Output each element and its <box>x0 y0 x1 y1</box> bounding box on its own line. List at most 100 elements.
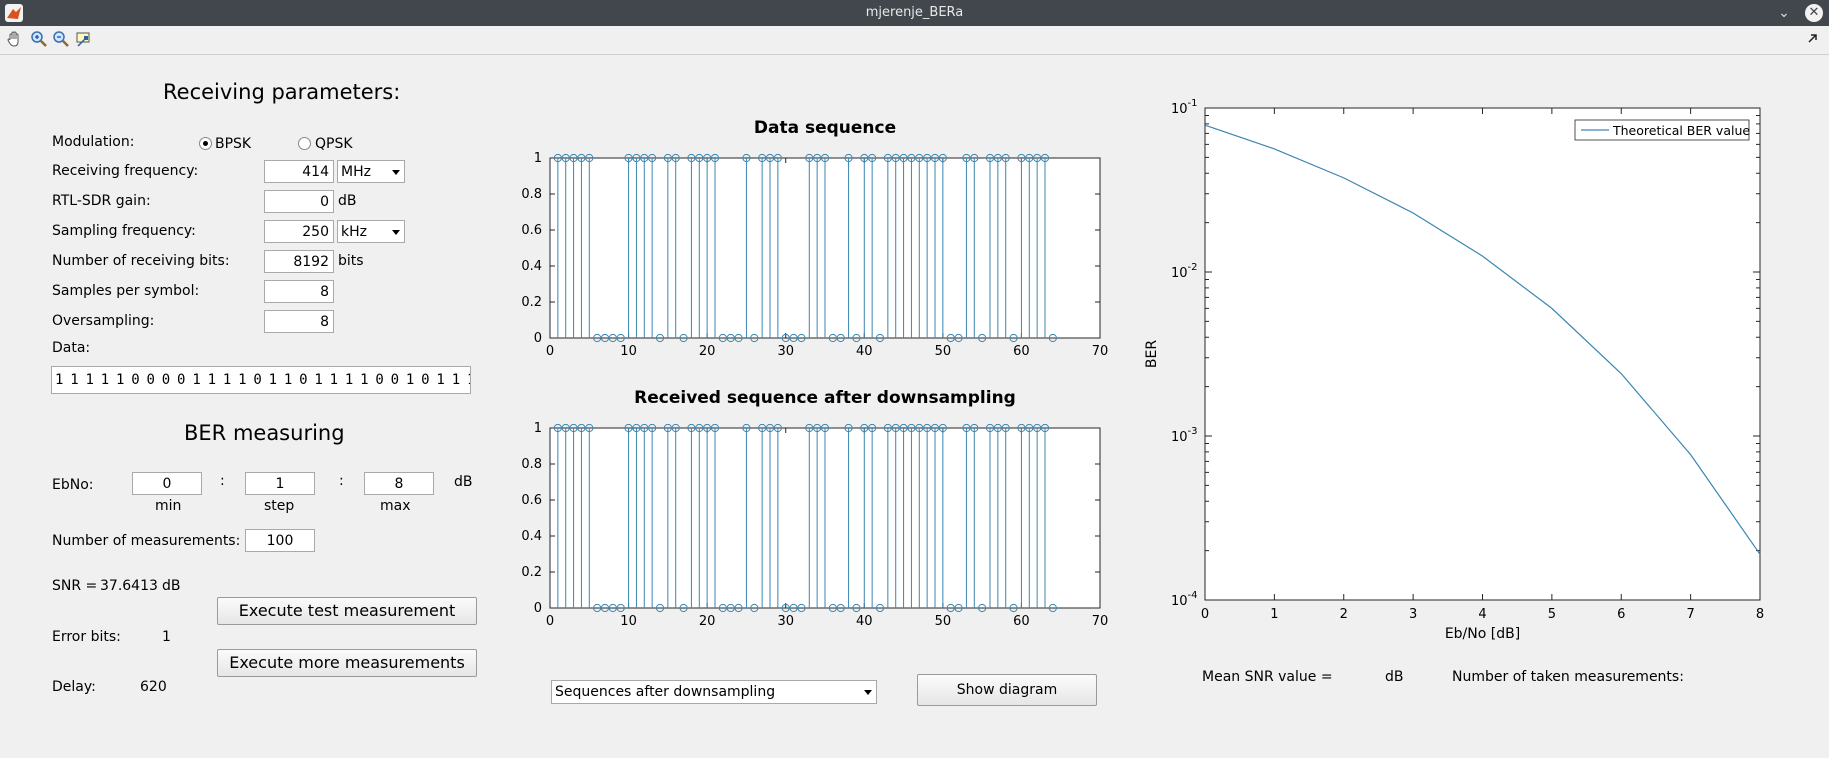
ber-chart: 0 1 2 3 4 5 6 7 8 10-4 10-3 10-2 10-1 Eb/No [dB] BER Th… <box>1144 98 1764 642</box>
fs-input[interactable]: 250 <box>264 220 334 243</box>
legend-label: Theoretical BER value <box>1612 123 1750 138</box>
x-tick-label: 50 <box>935 614 952 629</box>
view-select[interactable]: Sequences after downsampling <box>551 680 877 704</box>
fs-label: Sampling frequency: <box>52 223 196 239</box>
max-caption: max <box>380 498 411 514</box>
y-tick-label: 10-2 <box>1171 262 1198 281</box>
y-tick-label: 10-1 <box>1171 98 1198 117</box>
bpsk-radio[interactable] <box>199 137 212 150</box>
x-tick-label: 70 <box>1092 614 1109 629</box>
mean-snr-unit: dB <box>1385 669 1404 685</box>
execute-more-button[interactable]: Execute more measurements <box>217 649 477 677</box>
gain-label: RTL-SDR gain: <box>52 193 151 209</box>
y-tick-label: 0.4 <box>521 529 542 544</box>
x-tick-label: 60 <box>1013 614 1030 629</box>
freq-input[interactable]: 414 <box>264 160 334 183</box>
gain-input[interactable]: 0 <box>264 190 334 213</box>
x-tick-label: 30 <box>777 614 794 629</box>
y-tick-label: 0.6 <box>521 493 542 508</box>
x-tick-label: 20 <box>699 614 716 629</box>
y-tick-label: 0.2 <box>521 565 542 580</box>
execute-test-button[interactable]: Execute test measurement <box>217 597 477 625</box>
freq-label: Receiving frequency: <box>52 163 199 179</box>
ber-heading: BER measuring <box>184 421 345 445</box>
error-bits-label: Error bits: <box>52 629 121 645</box>
hand-pan-icon[interactable] <box>5 29 25 49</box>
x-tick-label: 60 <box>1013 344 1030 359</box>
y-tick-label: 0.6 <box>521 223 542 238</box>
x-tick-label: 10 <box>620 344 637 359</box>
colon-separator: : <box>220 473 225 489</box>
colon-separator: : <box>339 473 344 489</box>
ebno-unit: dB <box>454 474 473 490</box>
y-tick-label: 0.8 <box>521 457 542 472</box>
chevron-down-icon <box>864 690 872 695</box>
oversampling-label: Oversampling: <box>52 313 155 329</box>
bits-unit: bits <box>338 253 364 269</box>
x-tick-label: 2 <box>1340 607 1348 622</box>
x-tick-label: 50 <box>935 344 952 359</box>
y-tick-label: 0.4 <box>521 259 542 274</box>
view-select-value: Sequences after downsampling <box>555 684 776 700</box>
measurements-input[interactable]: 100 <box>245 529 315 552</box>
x-tick-label: 6 <box>1617 607 1625 622</box>
undock-arrow-icon[interactable] <box>1806 30 1826 50</box>
x-tick-label: 0 <box>546 614 554 629</box>
figure-toolbar <box>0 26 1829 55</box>
fs-unit-select[interactable]: kHz <box>337 220 405 243</box>
chevron-down-icon <box>392 170 400 175</box>
close-icon[interactable]: ✕ <box>1805 4 1823 22</box>
x-axis-label: Eb/No [dB] <box>1445 626 1520 642</box>
bits-label: Number of receiving bits: <box>52 253 230 269</box>
ebno-step-input[interactable]: 1 <box>245 472 315 495</box>
y-tick-label: 10-3 <box>1171 426 1198 445</box>
chevron-down-icon[interactable]: ⌄ <box>1774 3 1794 23</box>
oversampling-input[interactable]: 8 <box>264 310 334 333</box>
data-label: Data: <box>52 340 91 356</box>
x-tick-label: 3 <box>1409 607 1417 622</box>
qpsk-label[interactable]: QPSK <box>315 136 353 152</box>
bpsk-label[interactable]: BPSK <box>215 136 251 152</box>
y-tick-label: 1 <box>534 151 542 166</box>
chart-title: Data sequence <box>754 118 896 138</box>
sps-input[interactable]: 8 <box>264 280 334 303</box>
y-tick-label: 0.8 <box>521 187 542 202</box>
freq-unit-select[interactable]: MHz <box>337 160 405 183</box>
qpsk-radio[interactable] <box>298 137 311 150</box>
snr-unit: dB <box>162 578 181 594</box>
zoom-in-icon[interactable] <box>29 29 49 49</box>
x-tick-label: 10 <box>620 614 637 629</box>
plot-area <box>1204 107 1761 601</box>
x-tick-label: 40 <box>856 344 873 359</box>
y-axis-label: BER <box>1144 340 1160 368</box>
delay-value: 620 <box>140 679 167 695</box>
snr-label: SNR = <box>52 578 98 594</box>
x-tick-label: 30 <box>777 344 794 359</box>
ebno-max-input[interactable]: 8 <box>364 472 434 495</box>
step-caption: step <box>264 498 295 514</box>
y-tick-label: 10-4 <box>1171 590 1198 609</box>
y-tick-label: 0.2 <box>521 295 542 310</box>
zoom-out-icon[interactable] <box>51 29 71 49</box>
x-tick-label: 5 <box>1548 607 1556 622</box>
modulation-label: Modulation: <box>52 134 135 150</box>
y-tick-label: 1 <box>534 421 542 436</box>
fs-unit-value: kHz <box>341 224 367 240</box>
data-cursor-icon[interactable] <box>74 29 94 49</box>
bits-input[interactable]: 8192 <box>264 250 334 273</box>
freq-unit-value: MHz <box>341 164 371 180</box>
x-tick-label: 70 <box>1092 344 1109 359</box>
error-bits-value: 1 <box>162 629 171 645</box>
delay-label: Delay: <box>52 679 96 695</box>
ebno-min-input[interactable]: 0 <box>132 472 202 495</box>
x-tick-label: 7 <box>1686 607 1694 622</box>
show-diagram-button[interactable]: Show diagram <box>917 674 1097 706</box>
data-input[interactable]: 1 1 1 1 1 0 0 0 0 1 1 1 1 0 1 1 0 1 1 1 … <box>51 366 471 394</box>
x-tick-label: 1 <box>1270 607 1278 622</box>
x-tick-label: 20 <box>699 344 716 359</box>
snr-value: 37.6413 <box>100 578 158 594</box>
mean-snr-label: Mean SNR value = <box>1202 669 1333 685</box>
y-tick-label: 0 <box>534 331 542 346</box>
x-tick-label: 40 <box>856 614 873 629</box>
sps-label: Samples per symbol: <box>52 283 200 299</box>
